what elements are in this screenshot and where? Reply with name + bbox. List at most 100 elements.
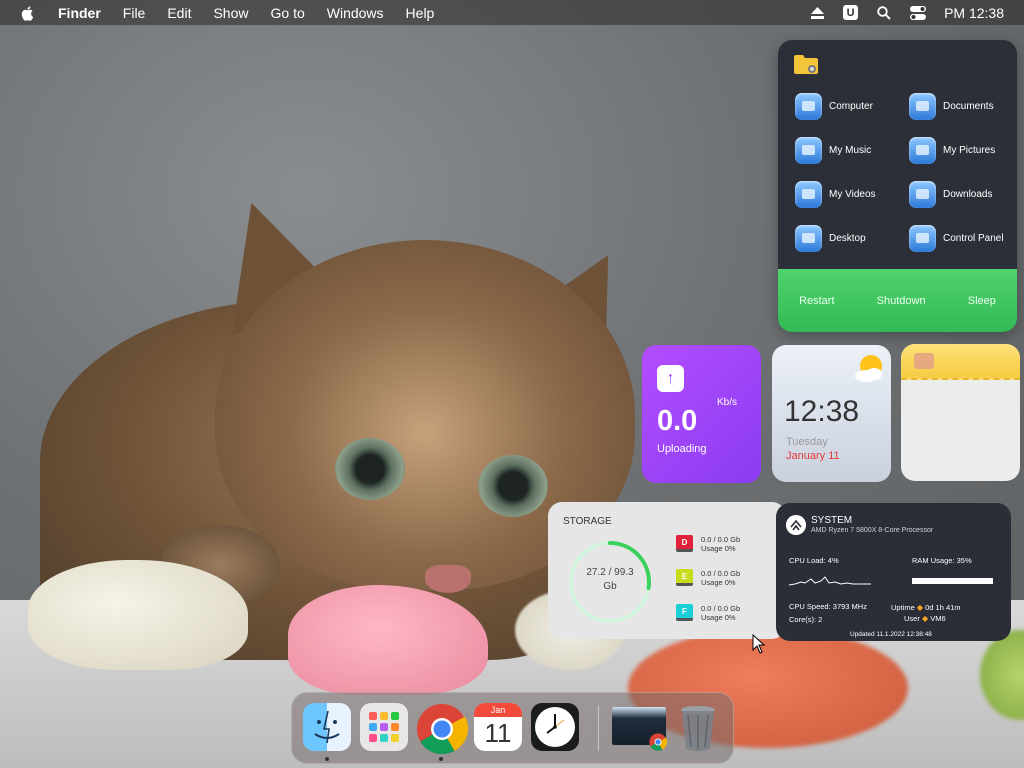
menu-bar-clock[interactable]: PM 12:38 — [944, 5, 1004, 21]
wallpaper-cat-eye — [478, 455, 548, 517]
system-updated: Updated 11.1.2022 12:38:48 — [850, 631, 932, 638]
dock: Jan 11 — [291, 692, 734, 764]
upload-arrow-icon: ↑ — [657, 365, 684, 392]
wallpaper-cat-eye — [335, 438, 405, 500]
drive-e[interactable]: E 0.0 / 0.0 Gb Usage 0% — [676, 569, 740, 587]
window-preview-icon[interactable] — [612, 707, 667, 751]
launchpad-icon[interactable] — [360, 703, 408, 751]
chrome-icon[interactable] — [416, 703, 469, 755]
mouse-cursor-icon — [752, 634, 766, 654]
notes-widget[interactable] — [901, 344, 1020, 481]
cpu-name: AMD Ryzen 7 5800X 8-Core Processor — [811, 527, 934, 534]
folder-label: My Music — [829, 145, 872, 156]
clock-date: January 11 — [786, 450, 840, 462]
restart-button[interactable]: Restart — [799, 295, 834, 307]
downloads-icon — [909, 181, 936, 208]
storage-used: 27.2 / 99.3 — [586, 567, 634, 578]
menu-windows[interactable]: Windows — [327, 5, 384, 21]
drive-usage: Usage 0% — [701, 578, 736, 587]
cpu-speed: CPU Speed: 3793 MHz — [789, 602, 867, 611]
folder-computer[interactable]: Computer — [795, 93, 873, 120]
control-panel-icon — [909, 225, 936, 252]
calendar-day: 11 — [484, 718, 512, 748]
drive-d[interactable]: D 0.0 / 0.0 Gb Usage 0% — [676, 535, 740, 553]
folder-my-music[interactable]: My Music — [795, 137, 871, 164]
u-status-icon[interactable]: U — [843, 5, 859, 20]
wallpaper-toy — [28, 560, 248, 670]
search-icon[interactable] — [876, 5, 892, 21]
menu-help[interactable]: Help — [406, 5, 435, 21]
music-icon — [795, 137, 822, 164]
system-logo-icon — [786, 515, 806, 535]
folder-documents[interactable]: Documents — [909, 93, 994, 120]
folder-downloads[interactable]: Downloads — [909, 181, 992, 208]
storage-title: STORAGE — [563, 516, 612, 527]
drive-icon: F — [676, 604, 693, 621]
folder-control-panel[interactable]: Control Panel — [909, 225, 1004, 252]
partly-sunny-icon — [855, 355, 882, 382]
drive-size: 0.0 / 0.0 Gb — [701, 535, 741, 544]
power-bar: Restart Shutdown Sleep — [778, 269, 1017, 332]
control-center-icon[interactable] — [910, 5, 927, 21]
clock-time: 12:38 — [784, 395, 860, 428]
wallpaper-cat-nose — [425, 565, 471, 593]
uptime-value: 0d 1h 41m — [925, 603, 961, 612]
system-title: SYSTEM — [811, 515, 853, 526]
storage-widget: STORAGE 27.2 / 99.3 Gb D 0.0 / 0.0 Gb Us… — [548, 502, 786, 639]
videos-icon — [795, 181, 822, 208]
clock-day: Tuesday — [786, 436, 828, 448]
apple-icon[interactable] — [20, 5, 36, 21]
documents-icon — [909, 93, 936, 120]
user-value: VM6 — [930, 614, 946, 623]
upload-label: Uploading — [657, 443, 707, 455]
menu-app-name[interactable]: Finder — [58, 5, 101, 21]
finder-icon[interactable] — [303, 703, 351, 751]
upload-unit: Kb/s — [717, 397, 738, 408]
menu-bar: Finder File Edit Show Go to Windows Help… — [0, 0, 1024, 25]
diamond-icon: ◆ — [921, 614, 929, 623]
calendar-month: Jan — [474, 703, 522, 717]
clock-app-icon[interactable] — [531, 703, 579, 751]
calendar-icon[interactable]: Jan 11 — [474, 703, 522, 751]
sleep-button[interactable]: Sleep — [968, 295, 996, 307]
storage-ring-label: 27.2 / 99.3 Gb — [564, 566, 656, 594]
menu-show[interactable]: Show — [213, 5, 248, 21]
folder-my-videos[interactable]: My Videos — [795, 181, 876, 208]
storage-unit: Gb — [603, 581, 617, 592]
trash-icon[interactable] — [674, 703, 722, 751]
drive-usage: Usage 0% — [701, 613, 736, 622]
desktop-icon — [795, 225, 822, 252]
shutdown-button[interactable]: Shutdown — [877, 295, 926, 307]
folder-label: Documents — [943, 101, 994, 112]
drive-icon: D — [676, 535, 693, 552]
clock-widget: 12:38 Tuesday January 11 — [772, 345, 891, 482]
menu-file[interactable]: File — [123, 5, 146, 21]
folder-label: Control Panel — [943, 233, 1004, 244]
drive-f[interactable]: F 0.0 / 0.0 Gb Usage 0% — [676, 604, 740, 622]
menu-edit[interactable]: Edit — [167, 5, 191, 21]
drive-size: 0.0 / 0.0 Gb — [701, 569, 741, 578]
folder-icon — [794, 55, 818, 74]
folder-desktop[interactable]: Desktop — [795, 225, 866, 252]
notes-header — [901, 344, 1020, 380]
eject-icon[interactable] — [809, 5, 825, 21]
folders-widget: Computer Documents My Music My Pictures … — [778, 40, 1017, 332]
running-indicator — [325, 757, 329, 761]
folder-label: My Videos — [829, 189, 876, 200]
computer-icon — [795, 93, 822, 120]
system-widget: SYSTEM AMD Ryzen 7 5800X 8-Core Processo… — [776, 503, 1011, 641]
user-label: User — [904, 614, 920, 623]
upload-value: 0.0 — [657, 405, 698, 437]
cpu-cores: Core(s): 2 — [789, 615, 823, 624]
menu-go-to[interactable]: Go to — [271, 5, 305, 21]
pictures-icon — [909, 137, 936, 164]
chrome-badge-icon — [649, 733, 667, 751]
dock-separator — [598, 705, 599, 751]
folder-label: Desktop — [829, 233, 866, 244]
folder-label: My Pictures — [943, 145, 996, 156]
drive-icon: E — [676, 569, 693, 586]
notes-icon — [914, 353, 934, 369]
running-indicator — [439, 757, 443, 761]
folder-my-pictures[interactable]: My Pictures — [909, 137, 995, 164]
ram-usage-bar — [912, 578, 993, 584]
